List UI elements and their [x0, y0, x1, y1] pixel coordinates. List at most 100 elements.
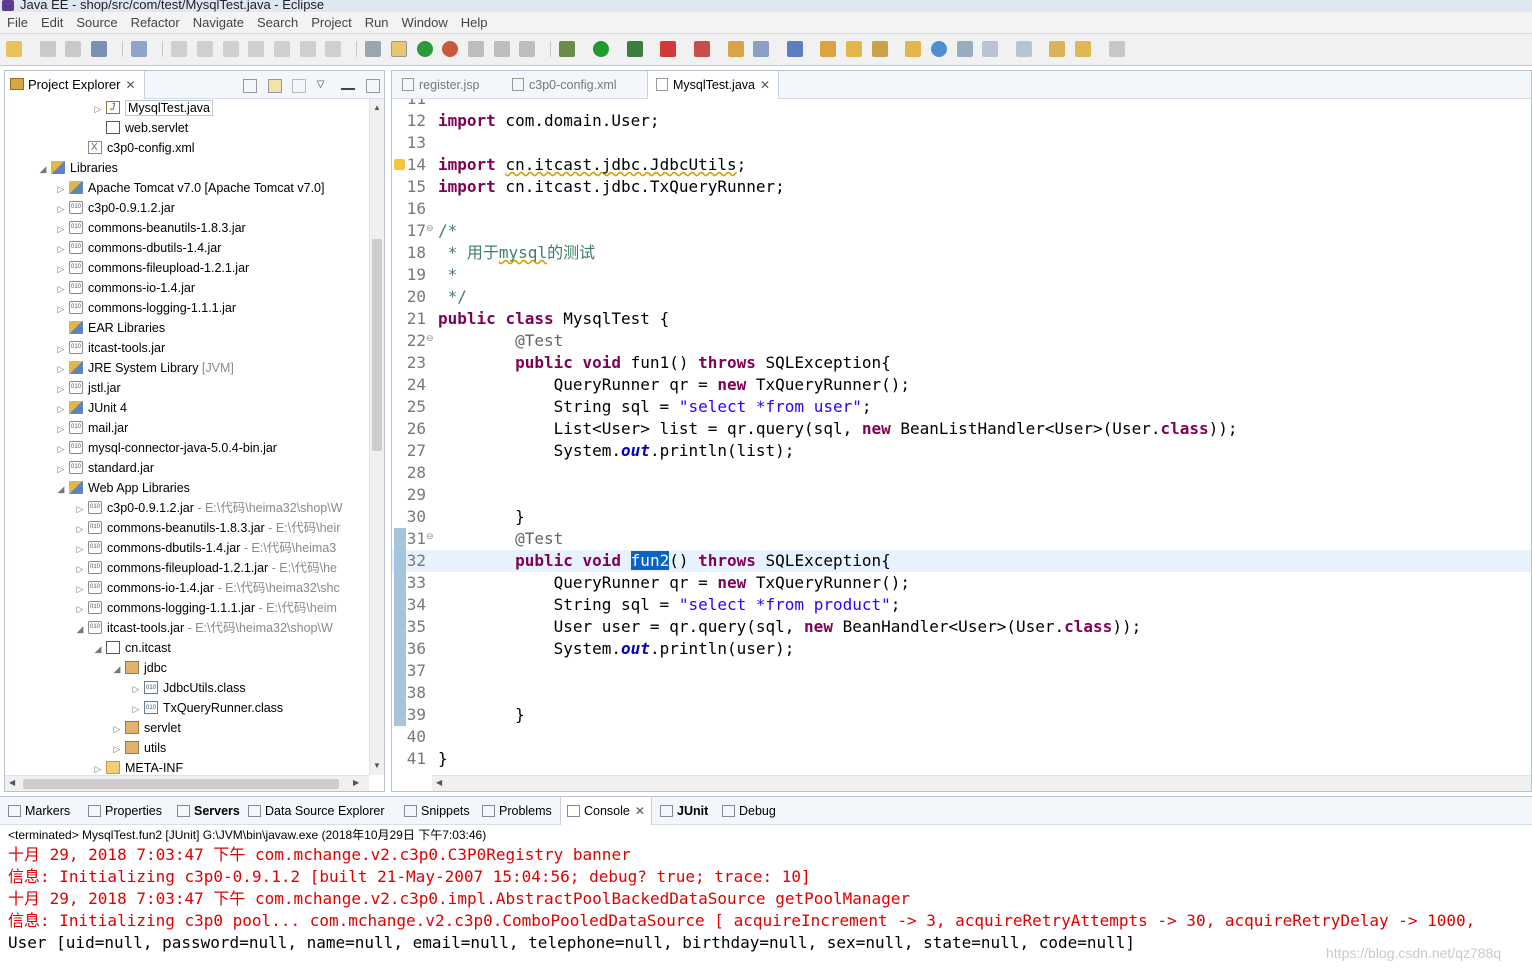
link-with-editor-icon[interactable] — [267, 78, 282, 93]
tree-item[interactable]: ◢ itcast-tools.jar - E:\代码\heima32\shop\W — [75, 618, 333, 638]
tree-item[interactable]: ▷ JUnit 4 — [56, 398, 127, 418]
menu-item-edit[interactable]: Edit — [34, 12, 69, 30]
scroll-thumb[interactable] — [372, 239, 382, 451]
collapsed-arrow-icon[interactable]: ▷ — [112, 719, 122, 739]
coverage-icon[interactable] — [693, 40, 710, 57]
tree-item[interactable]: EAR Libraries — [56, 318, 165, 338]
fold-toggle-icon[interactable]: ⊖ — [426, 531, 434, 542]
new-package-icon[interactable] — [753, 40, 770, 57]
collapsed-arrow-icon[interactable]: ▷ — [56, 399, 66, 419]
tree-item[interactable]: ▷ TxQueryRunner.class — [131, 698, 283, 718]
collapsed-arrow-icon[interactable]: ▷ — [93, 759, 103, 775]
bottom-tab-snippets[interactable]: Snippets — [398, 797, 476, 825]
tree-item[interactable]: web.servlet — [93, 118, 188, 138]
new-class-icon[interactable] — [786, 40, 803, 57]
bottom-tab-data-source-explorer[interactable]: Data Source Explorer — [242, 797, 391, 825]
minimize-icon[interactable] — [341, 82, 356, 90]
scroll-down-icon[interactable]: ▼ — [373, 761, 381, 770]
maximize-icon[interactable] — [366, 78, 380, 93]
menu-item-search[interactable]: Search — [250, 12, 304, 30]
bottom-tab-problems[interactable]: Problems — [476, 797, 558, 825]
collapsed-arrow-icon[interactable]: ▷ — [56, 239, 66, 259]
tree-item[interactable]: ▷ mail.jar — [56, 418, 128, 438]
bottom-tab-properties[interactable]: Properties — [82, 797, 168, 825]
tree-item[interactable]: ▷ commons-beanutils-1.8.3.jar - E:\代码\hei… — [75, 518, 340, 538]
collapsed-arrow-icon[interactable]: ▷ — [56, 199, 66, 219]
editor-horizontal-scrollbar[interactable]: ◀ — [432, 775, 1531, 791]
tree-item[interactable]: ▷ MysqlTest.java — [93, 99, 213, 118]
tree-item[interactable]: ◢ jdbc — [112, 658, 167, 678]
tree-item[interactable]: ▷ commons-dbutils-1.4.jar — [56, 238, 221, 258]
run-icon[interactable] — [593, 40, 609, 57]
scroll-right-icon[interactable]: ▶ — [353, 778, 359, 787]
link-icon[interactable] — [467, 40, 484, 57]
menu-item-window[interactable]: Window — [395, 12, 454, 30]
disconnect-icon[interactable] — [248, 40, 265, 57]
fold-toggle-icon[interactable]: ⊖ — [426, 333, 434, 344]
menu-item-run[interactable]: Run — [358, 12, 395, 30]
tree-item[interactable]: ◢ cn.itcast — [93, 638, 171, 658]
tree-item[interactable]: ▷ commons-logging-1.1.1.jar — [56, 298, 236, 318]
tree-item[interactable]: ▷ c3p0-0.9.1.2.jar — [56, 198, 175, 218]
bottom-tab-debug[interactable]: Debug — [716, 797, 782, 825]
explorer-horizontal-scrollbar[interactable]: ◀ ▶ — [5, 775, 369, 791]
open-type-icon[interactable] — [820, 40, 837, 57]
server-start-icon[interactable] — [416, 40, 433, 57]
collapsed-arrow-icon[interactable]: ▷ — [131, 679, 141, 699]
step-into-icon[interactable] — [273, 40, 290, 57]
scroll-up-icon[interactable]: ▲ — [373, 103, 381, 112]
resume-icon[interactable] — [171, 40, 188, 57]
step-over-icon[interactable] — [299, 40, 316, 57]
suspend-icon[interactable] — [197, 40, 213, 57]
collapsed-arrow-icon[interactable]: ▷ — [131, 699, 141, 719]
stop-icon[interactable] — [660, 40, 677, 57]
tree-item[interactable]: ▷ commons-dbutils-1.4.jar - E:\代码\heima3 — [75, 538, 336, 558]
tree-item[interactable]: ▷ Apache Tomcat v7.0 [Apache Tomcat v7.0] — [56, 178, 324, 198]
toggle-mark-occurrences-icon[interactable] — [391, 40, 407, 57]
save-all-icon[interactable] — [65, 40, 82, 57]
new-java-project-icon[interactable] — [727, 40, 744, 57]
use-step-filters-icon[interactable] — [365, 40, 382, 57]
terminate-icon[interactable] — [222, 40, 239, 57]
menu-item-help[interactable]: Help — [454, 12, 494, 30]
previous-annotation-icon[interactable] — [1015, 40, 1032, 57]
collapsed-arrow-icon[interactable]: ▷ — [56, 219, 66, 239]
scroll-left-icon[interactable]: ◀ — [436, 778, 442, 787]
tree-item[interactable]: ▷ c3p0-0.9.1.2.jar - E:\代码\heima32\shop\W — [75, 498, 343, 518]
scroll-thumb[interactable] — [23, 779, 339, 789]
collapsed-arrow-icon[interactable]: ▷ — [56, 279, 66, 299]
menu-item-file[interactable]: File — [0, 12, 34, 30]
collapsed-arrow-icon[interactable]: ▷ — [56, 419, 66, 439]
step-return-icon[interactable] — [325, 40, 342, 57]
fold-toggle-icon[interactable]: ⊖ — [426, 223, 434, 234]
view-menu-icon[interactable]: ▽ — [317, 79, 331, 93]
save-icon[interactable] — [39, 40, 56, 57]
menu-item-project[interactable]: Project — [304, 12, 357, 30]
collapsed-arrow-icon[interactable]: ▷ — [75, 499, 85, 519]
collapsed-arrow-icon[interactable]: ▷ — [56, 439, 66, 459]
collapsed-arrow-icon[interactable]: ▷ — [56, 359, 66, 379]
last-edit-location-icon[interactable] — [1049, 40, 1066, 57]
close-icon[interactable]: ✕ — [635, 804, 645, 818]
run-last-tool-icon[interactable] — [626, 40, 643, 57]
back-icon[interactable] — [1075, 40, 1091, 57]
tree-item[interactable]: ▷ commons-io-1.4.jar - E:\代码\heima32\shc — [75, 578, 340, 598]
tree-item[interactable]: ▷ jstl.jar — [56, 378, 121, 398]
annotation-icon[interactable] — [956, 40, 973, 57]
bottom-tab-junit[interactable]: JUnit — [654, 797, 714, 825]
close-icon[interactable]: ✕ — [760, 78, 770, 92]
menu-item-navigate[interactable]: Navigate — [186, 12, 250, 30]
globe-icon[interactable] — [930, 40, 947, 57]
bottom-tab-markers[interactable]: Markers — [2, 797, 76, 825]
project-explorer-tab[interactable]: Project Explorer ✕ — [5, 71, 145, 99]
open-folder-icon[interactable] — [846, 40, 862, 57]
collapsed-arrow-icon[interactable]: ▷ — [75, 599, 85, 619]
tree-item[interactable]: ▷ mysql-connector-java-5.0.4-bin.jar — [56, 438, 277, 458]
next-annotation-icon[interactable] — [982, 40, 999, 57]
tree-item[interactable]: ▷ utils — [112, 738, 166, 758]
collapsed-arrow-icon[interactable]: ▷ — [75, 519, 85, 539]
editor-tab[interactable]: register.jsp — [394, 71, 487, 99]
tree-item[interactable]: ▷ commons-logging-1.1.1.jar - E:\代码\heim — [75, 598, 337, 618]
bottom-tab-console[interactable]: Console ✕ — [560, 797, 652, 825]
tree-item[interactable]: ▷ JRE System Library [JVM] — [56, 358, 234, 378]
